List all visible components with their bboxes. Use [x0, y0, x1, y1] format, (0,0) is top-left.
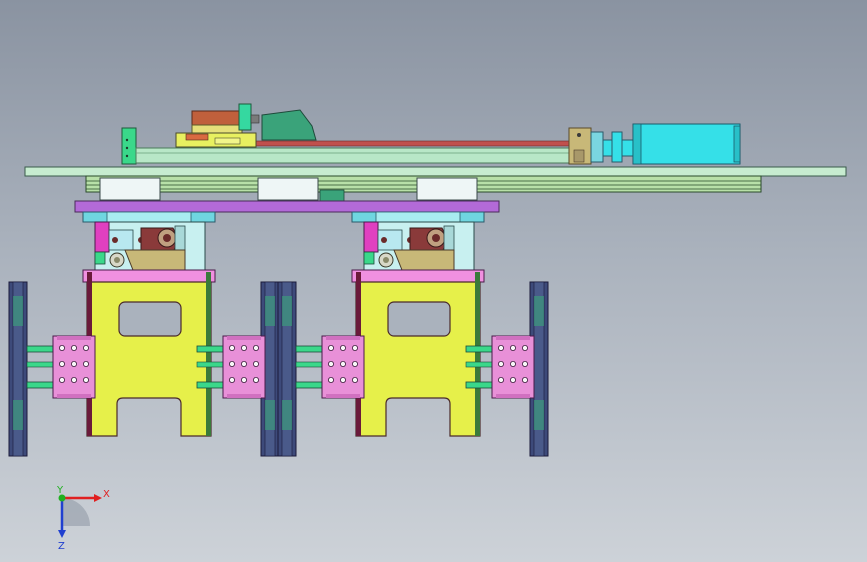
gripper-top-plate [351, 269, 485, 283]
gusset-plate [261, 109, 317, 141]
guide-rail [135, 147, 571, 164]
servo-motor [632, 123, 741, 165]
motor-coupling [590, 131, 604, 163]
gripper-window [387, 301, 451, 337]
slide-block-1 [99, 177, 161, 201]
left-end-block [121, 127, 137, 165]
gripper-top-plate [82, 269, 216, 283]
base-plate [24, 166, 847, 177]
gripper-window [118, 301, 182, 337]
magenta-block [363, 221, 379, 253]
mounting-plate [74, 200, 500, 213]
y-axis-label: Y [56, 485, 64, 496]
slide-block-3 [416, 177, 478, 201]
lead-screw [254, 140, 574, 147]
carriage-coupler-green [238, 103, 252, 131]
z-axis-label: Z [58, 541, 65, 552]
axis-triad[interactable]: X Y Z [56, 485, 110, 552]
bracket-tan [124, 249, 186, 271]
x-axis-label: X [103, 489, 110, 500]
carriage-body [191, 124, 243, 134]
cad-viewport[interactable]: X Y Z [0, 0, 867, 562]
linear-axis-assembly [121, 103, 741, 165]
slide-block-2 [257, 177, 319, 201]
bracket-tan [393, 249, 455, 271]
gripper-units [8, 211, 549, 457]
magenta-block [94, 221, 110, 253]
